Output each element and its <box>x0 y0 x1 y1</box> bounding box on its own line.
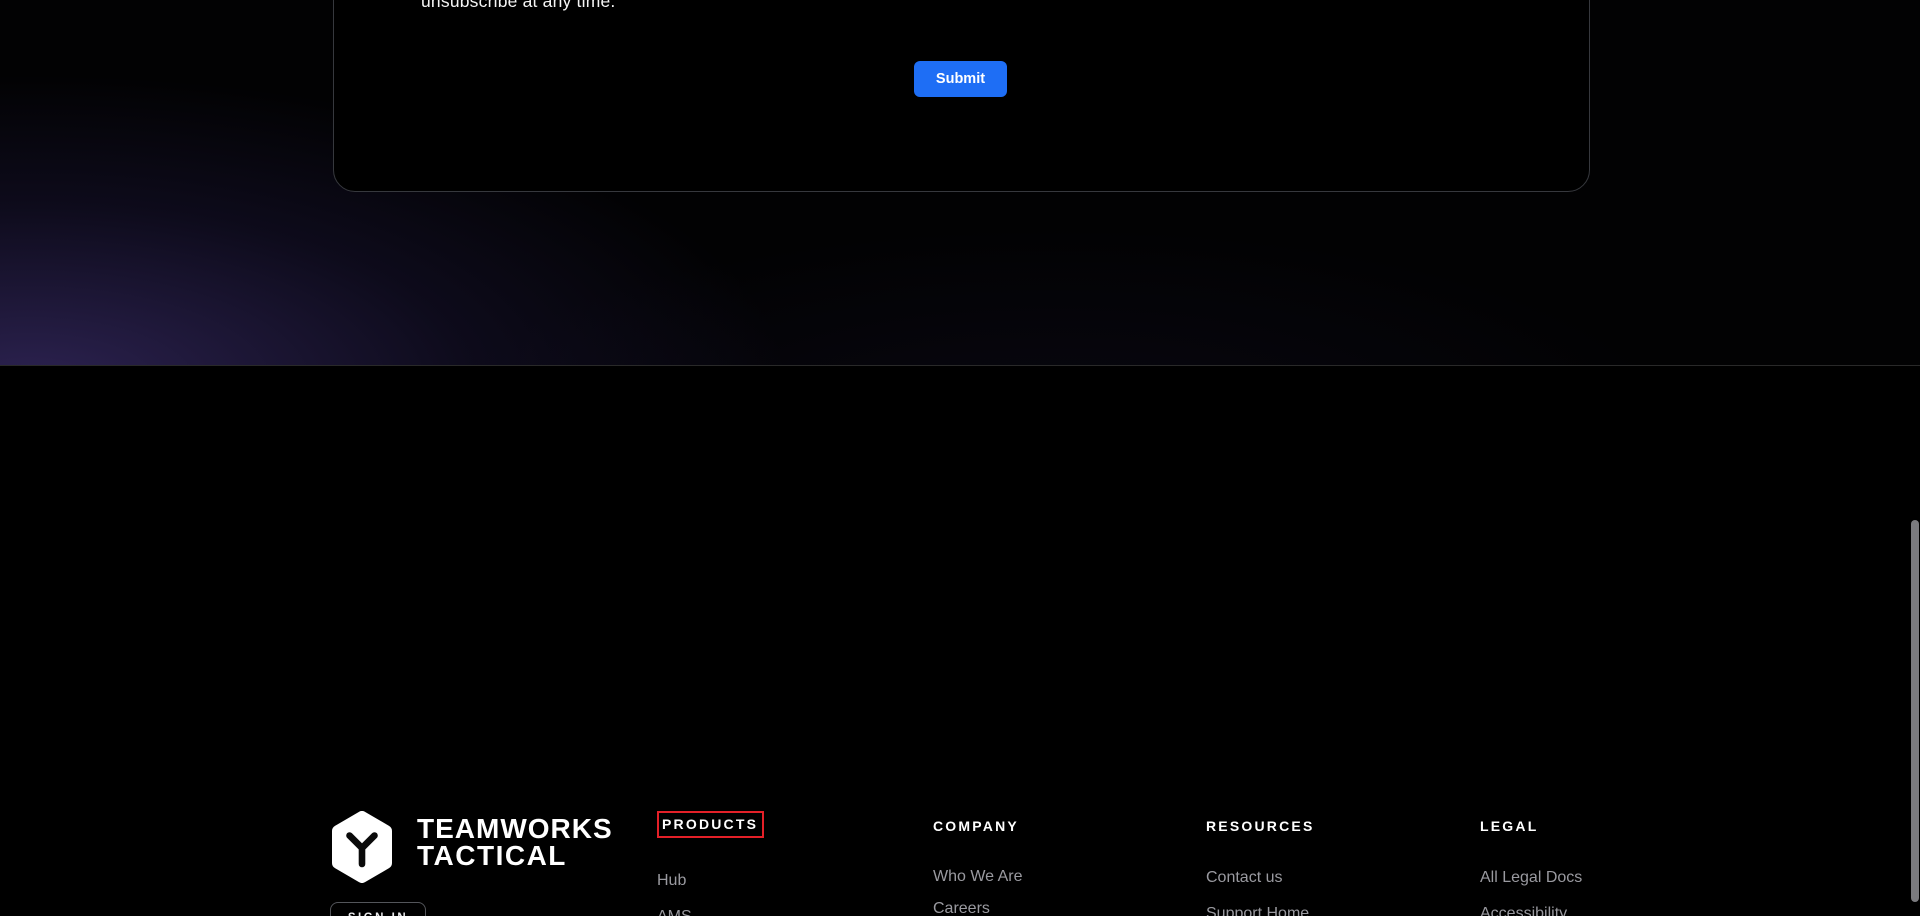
page: unsubscribe at any time. Submit TEAMWORK… <box>0 0 1920 916</box>
footer-link-support-home[interactable]: Support Home <box>1206 904 1426 916</box>
footer-column-company: COMPANY Who We Are Careers <box>933 818 1153 916</box>
footer-link-all-legal-docs[interactable]: All Legal Docs <box>1480 868 1700 887</box>
footer-link-careers[interactable]: Careers <box>933 899 1153 916</box>
brand-logo[interactable]: TEAMWORKS TACTICAL <box>331 811 621 886</box>
scrollbar-thumb[interactable] <box>1911 520 1919 902</box>
footer-column-resources: RESOURCES Contact us Support Home Learni… <box>1206 818 1426 916</box>
footer-link-hub[interactable]: Hub <box>657 871 877 890</box>
resources-heading: RESOURCES <box>1206 818 1315 834</box>
brand-wordmark: TEAMWORKS TACTICAL <box>417 813 613 871</box>
products-heading-highlighted: PRODUCTS <box>657 811 765 838</box>
footer-link-contact-us[interactable]: Contact us <box>1206 868 1426 887</box>
brand-name-line1: TEAMWORKS <box>417 813 613 844</box>
sign-in-button[interactable]: SIGN IN <box>330 902 426 916</box>
brand-name-line2: TACTICAL <box>417 840 567 871</box>
footer-column-products: PRODUCTS Hub AMS Nutrition <box>657 811 877 916</box>
newsletter-disclaimer: unsubscribe at any time. <box>421 0 616 11</box>
footer-link-accessibility[interactable]: Accessibility <box>1480 904 1700 916</box>
legal-heading: LEGAL <box>1480 818 1539 834</box>
submit-button[interactable]: Submit <box>914 61 1007 97</box>
hexagon-logo-icon <box>332 811 392 883</box>
footer-column-legal: LEGAL All Legal Docs Accessibility Priva… <box>1480 818 1700 916</box>
footer-link-ams[interactable]: AMS <box>657 907 877 916</box>
footer: TEAMWORKS TACTICAL SIGN IN (202) 875-893… <box>0 365 1920 916</box>
newsletter-section: unsubscribe at any time. Submit <box>0 0 1920 365</box>
footer-link-who-we-are[interactable]: Who We Are <box>933 867 1153 886</box>
company-heading: COMPANY <box>933 818 1019 834</box>
